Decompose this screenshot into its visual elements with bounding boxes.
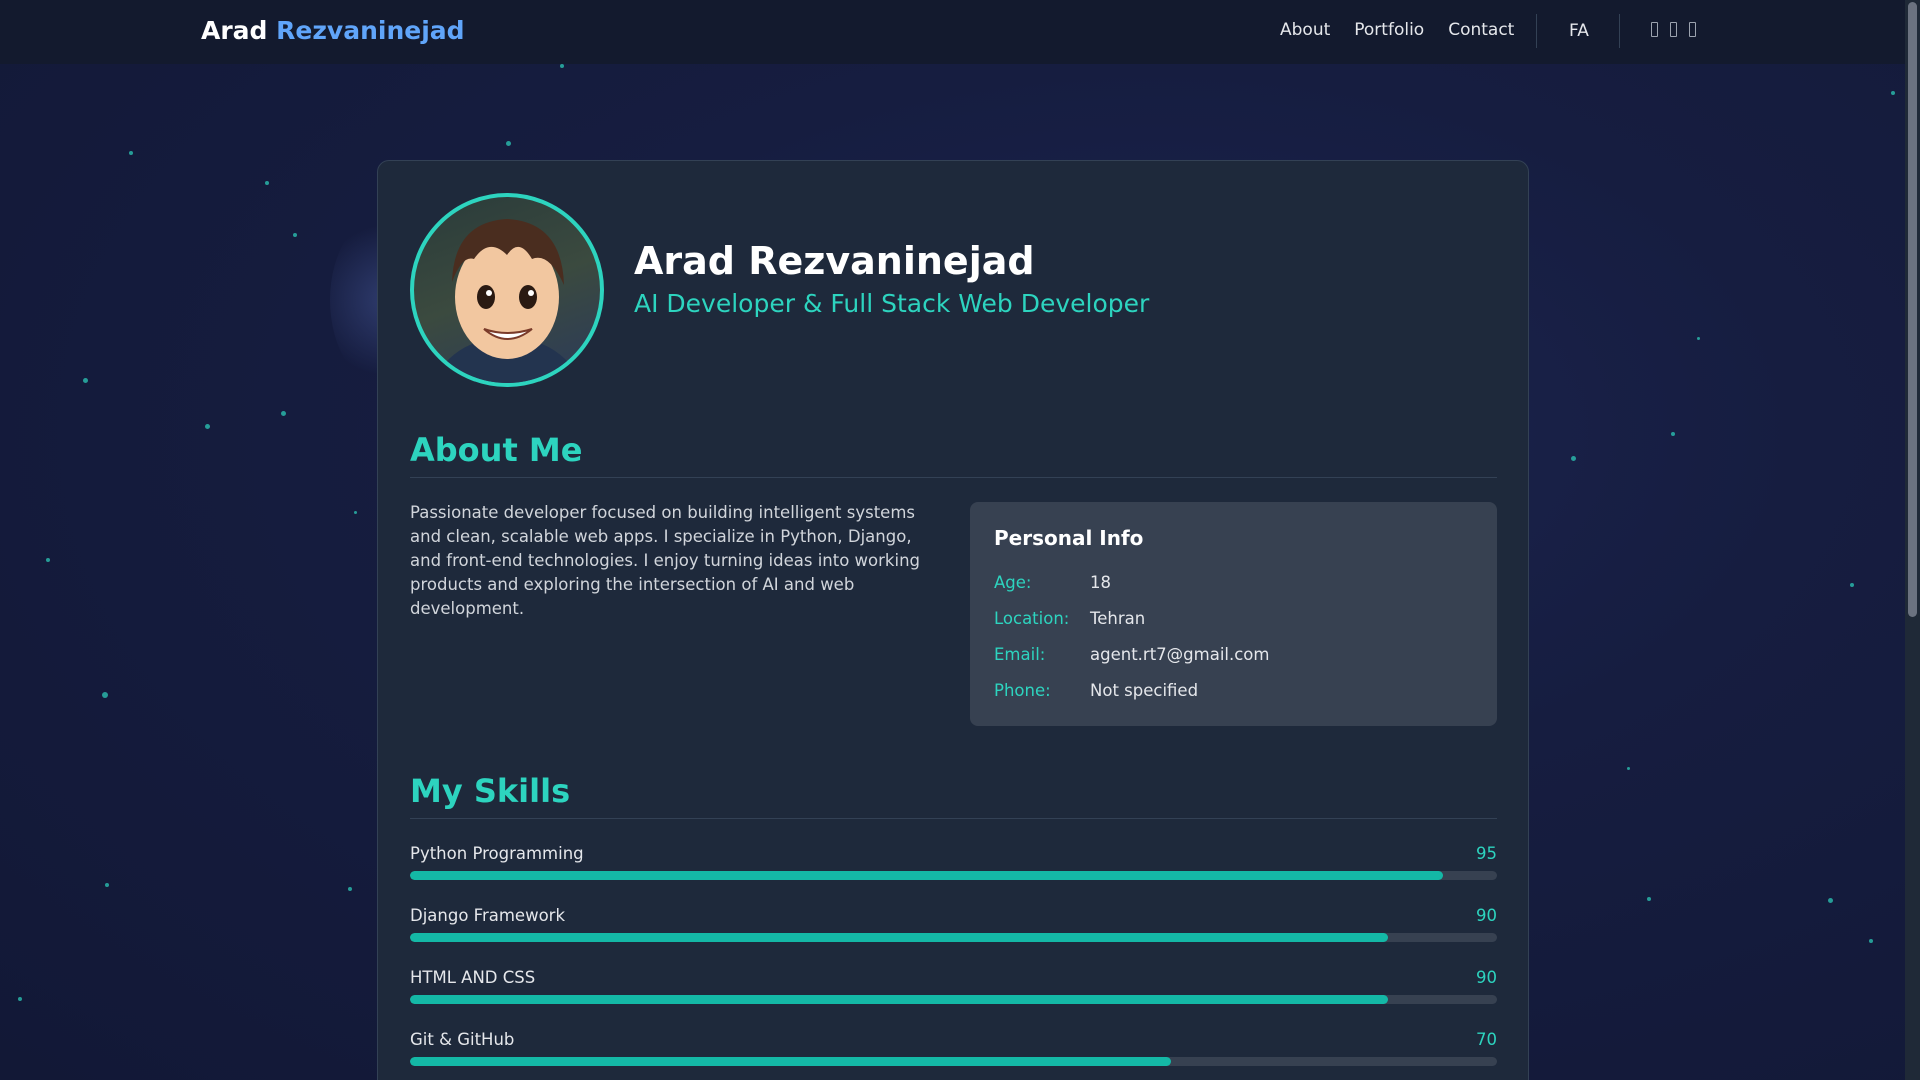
info-key: Age: — [994, 572, 1032, 592]
profile-name: Arad Rezvaninejad — [634, 239, 1035, 283]
skill-name: HTML AND CSS — [410, 968, 536, 987]
info-value: Tehran — [1090, 608, 1146, 628]
info-row-phone: Phone: Not specified — [994, 672, 1473, 708]
info-row-age: Age: 18 — [994, 564, 1473, 600]
skill-bar-track — [410, 871, 1497, 880]
about-title: About Me — [410, 431, 583, 469]
info-value: agent.rt7@gmail.com — [1090, 644, 1270, 664]
profile-role: AI Developer & Full Stack Web Developer — [634, 289, 1150, 318]
about-divider — [410, 477, 1497, 478]
avatar-illustration — [434, 219, 580, 383]
page: Arad Rezvaninejad About Portfolio Contac… — [0, 0, 1920, 1080]
page-scrollbar[interactable] — [1905, 0, 1920, 1080]
nav-link-contact[interactable]: Contact — [1448, 20, 1514, 40]
info-row-email: Email: agent.rt7@gmail.com — [994, 636, 1473, 672]
nav-links: About Portfolio Contact — [1280, 20, 1514, 40]
telegram-icon[interactable] — [1689, 22, 1696, 37]
brand-last-name: Rezvaninejad — [276, 16, 465, 45]
brand-logo[interactable]: Arad Rezvaninejad — [201, 16, 465, 45]
language-toggle[interactable]: FA — [1569, 21, 1589, 41]
skill-bar-track — [410, 1057, 1497, 1066]
personal-info-title: Personal Info — [994, 526, 1144, 550]
skill-bar-fill — [410, 871, 1443, 880]
skill-python: Python Programming 95 — [410, 844, 1497, 880]
nav-divider — [1619, 14, 1620, 48]
skill-html-css: HTML AND CSS 90 — [410, 968, 1497, 1004]
personal-info-box: Personal Info Age: 18 Location: Tehran E… — [970, 502, 1497, 726]
navbar: Arad Rezvaninejad About Portfolio Contac… — [0, 0, 1905, 64]
linkedin-icon[interactable] — [1670, 22, 1677, 37]
nav-divider — [1536, 14, 1537, 48]
github-icon[interactable] — [1651, 22, 1658, 37]
skill-django: Django Framework 90 — [410, 906, 1497, 942]
info-value: 18 — [1090, 572, 1111, 592]
skill-value: 70 — [1476, 1030, 1497, 1049]
profile-card: Arad Rezvaninejad AI Developer & Full St… — [377, 160, 1529, 1080]
avatar — [410, 193, 604, 387]
skills-divider — [410, 818, 1497, 819]
nav-link-about[interactable]: About — [1280, 20, 1330, 40]
skill-name: Python Programming — [410, 844, 584, 863]
skill-bar-fill — [410, 933, 1389, 942]
info-key: Email: — [994, 644, 1046, 664]
skill-name: Django Framework — [410, 906, 566, 925]
skill-value: 95 — [1476, 844, 1497, 863]
about-text: Passionate developer focused on building… — [410, 503, 921, 618]
info-row-location: Location: Tehran — [994, 600, 1473, 636]
brand-first-name: Arad — [201, 16, 268, 45]
nav-link-portfolio[interactable]: Portfolio — [1354, 20, 1424, 40]
skills-title: My Skills — [410, 772, 571, 810]
skill-value: 90 — [1476, 906, 1497, 925]
scrollbar-thumb[interactable] — [1908, 2, 1917, 617]
social-links — [1651, 22, 1696, 37]
skill-name: Git & GitHub — [410, 1030, 515, 1049]
skill-bar-track — [410, 933, 1497, 942]
info-key: Phone: — [994, 680, 1051, 700]
skill-bar-track — [410, 995, 1497, 1004]
skill-git: Git & GitHub 70 — [410, 1030, 1497, 1066]
info-key: Location: — [994, 608, 1070, 628]
skill-bar-fill — [410, 995, 1389, 1004]
skill-bar-fill — [410, 1057, 1171, 1066]
info-value: Not specified — [1090, 680, 1199, 700]
skill-value: 90 — [1476, 968, 1497, 987]
